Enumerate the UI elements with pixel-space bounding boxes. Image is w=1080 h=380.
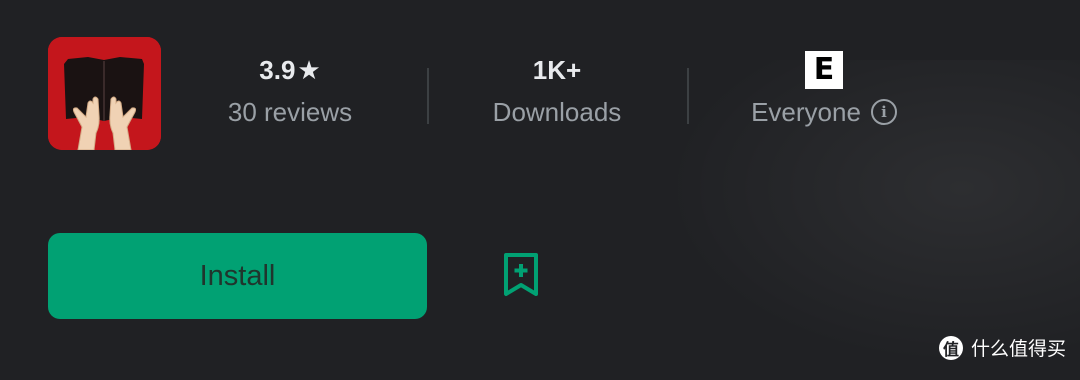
content-rating-badge-row: E [734, 50, 914, 90]
content-rating-stat[interactable]: E Everyone i [734, 50, 914, 134]
star-icon: ★ [297, 55, 321, 85]
stat-divider [687, 68, 689, 124]
rating-value-row: 3.9 ★ [200, 50, 380, 90]
info-icon[interactable]: i [870, 99, 897, 125]
rating-stat[interactable]: 3.9 ★ 30 reviews [200, 50, 380, 134]
rating-value: 3.9 [259, 55, 296, 85]
watermark-logo: 值 [938, 335, 963, 360]
esrb-rating-badge: E [805, 51, 843, 89]
content-rating-label-row: Everyone i [734, 90, 914, 134]
watermark-text: 什么值得买 [970, 338, 1066, 360]
reviews-count: 30 reviews [227, 97, 353, 127]
install-button[interactable]: Install [48, 233, 427, 319]
downloads-label: Downloads [492, 97, 622, 127]
downloads-stat: 1K+ Downloads [467, 50, 647, 134]
watermark: 值 什么值得买 [938, 334, 1066, 361]
add-to-wishlist-button[interactable] [488, 242, 554, 308]
downloads-value: 1K+ [532, 55, 582, 85]
book-hands-app-icon [48, 37, 161, 150]
content-rating-label: Everyone [751, 97, 861, 127]
stat-divider [427, 68, 429, 124]
app-icon [48, 37, 161, 150]
bookmark-add-icon [504, 253, 538, 296]
